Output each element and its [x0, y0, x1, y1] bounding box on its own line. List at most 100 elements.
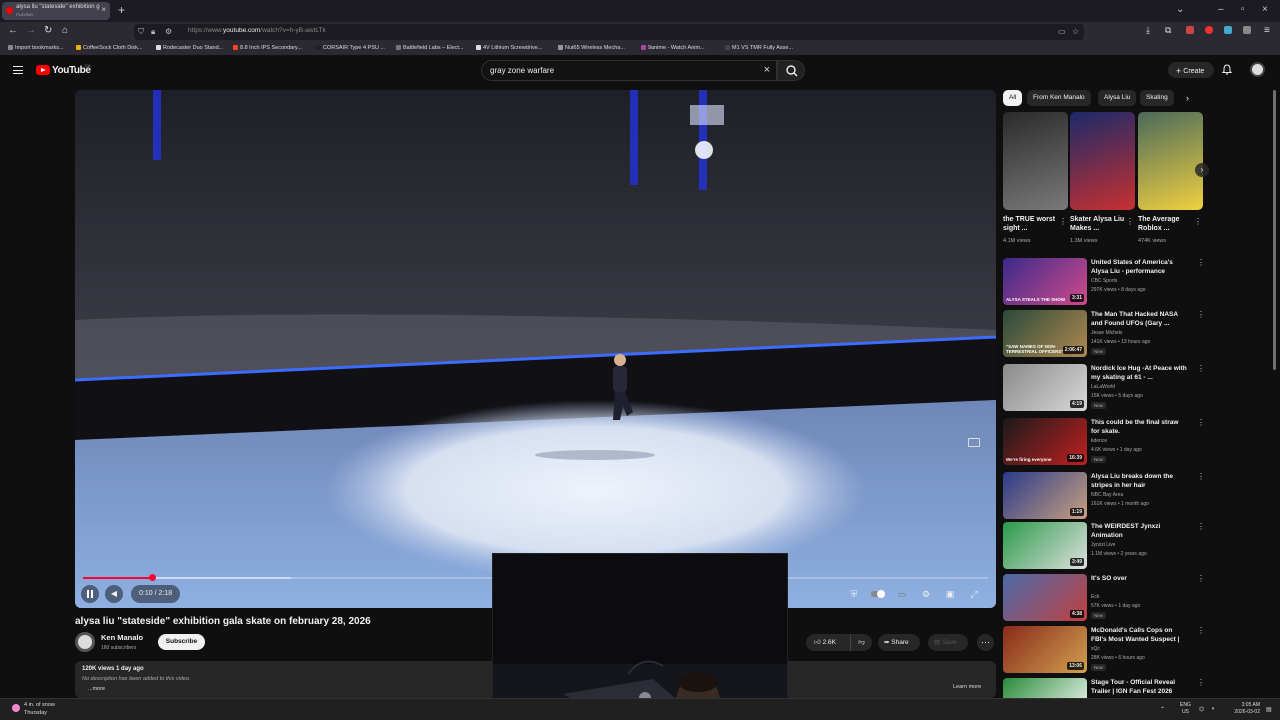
- video-player[interactable]: ◀︎ 0:10 / 2:18 ⛨ ▭ ⚙︎ ▣ ⤢: [75, 90, 996, 608]
- short-more-icon[interactable]: ⋮: [1126, 217, 1134, 226]
- tray-overflow-icon[interactable]: ⌃: [1160, 706, 1165, 713]
- recommended-thumbnail[interactable]: STAGE: [1003, 678, 1087, 698]
- maximize-icon[interactable]: ▫: [1241, 4, 1245, 15]
- recommended-title[interactable]: Alysa Liu breaks down the stripes in her…: [1091, 472, 1187, 490]
- shield-badge-icon[interactable]: ⛨: [845, 585, 863, 603]
- more-actions-icon[interactable]: ⋯: [977, 634, 994, 651]
- recommended-video[interactable]: 13:06 McDonald's Calls Cops on FBI's Most…: [1003, 626, 1205, 676]
- recommended-video[interactable]: STAGEStage Tour - Official Reveal Traile…: [1003, 678, 1203, 698]
- speaker-icon[interactable]: ◖: [1211, 706, 1215, 712]
- home-icon[interactable]: ⌂: [62, 25, 68, 36]
- recommended-title[interactable]: This could be the final straw for skate.: [1091, 418, 1187, 436]
- chip-from-ken-manalo[interactable]: From Ken Manalo: [1027, 90, 1091, 106]
- bookmark-item[interactable]: CoffeeSock Cloth Disk...: [76, 45, 143, 51]
- extension-icon[interactable]: [1186, 26, 1194, 34]
- recommended-video[interactable]: 1:19 Alysa Liu breaks down the stripes in…: [1003, 472, 1205, 522]
- recommended-title[interactable]: The WEIRDEST Jynxzi Animation: [1091, 522, 1187, 540]
- bookmark-item[interactable]: Battlefield Labs – Elect...: [396, 45, 464, 51]
- bookmark-item[interactable]: 4V Lithium Screwdrive...: [476, 45, 542, 51]
- recommended-title[interactable]: Stage Tour - Official Reveal Trailer | I…: [1091, 678, 1187, 696]
- minimize-icon[interactable]: –: [1218, 4, 1224, 15]
- short-more-icon[interactable]: ⋮: [1059, 217, 1067, 226]
- notifications-bell-icon[interactable]: [1222, 64, 1232, 75]
- search-input[interactable]: gray zone warfare: [490, 66, 554, 75]
- forward-icon[interactable]: →: [26, 25, 36, 36]
- learn-more-link[interactable]: Learn more: [953, 684, 981, 690]
- recommended-more-icon[interactable]: ⋮: [1197, 574, 1205, 583]
- new-tab-icon[interactable]: +: [118, 3, 125, 17]
- bookmark-item[interactable]: 8.8 Inch IPS Secondary...: [233, 45, 302, 51]
- short-title[interactable]: the TRUE worst sight ...: [1003, 215, 1058, 233]
- recommended-more-icon[interactable]: ⋮: [1197, 310, 1205, 319]
- network-icon[interactable]: ⌬: [1199, 706, 1204, 713]
- tab-list-icon[interactable]: ⌄: [1176, 4, 1184, 15]
- search-box[interactable]: gray zone warfare ×: [481, 60, 777, 81]
- recommended-video[interactable]: "SAW NAMES OF NON-TERRESTRIAL OFFICERS" 2…: [1003, 310, 1205, 360]
- extension-blue-icon[interactable]: [1224, 26, 1232, 34]
- search-button[interactable]: [777, 60, 805, 81]
- recommended-thumbnail[interactable]: 13:06: [1003, 626, 1087, 673]
- bookmark-item[interactable]: Nut65 Wireless Mecha...: [558, 45, 625, 51]
- clock[interactable]: 3:05 AM 2026-03-02: [1226, 702, 1260, 716]
- recommended-more-icon[interactable]: ⋮: [1197, 626, 1205, 635]
- save-button[interactable]: ▤ Save: [928, 634, 968, 651]
- recommended-more-icon[interactable]: ⋮: [1197, 418, 1205, 427]
- recommended-thumbnail[interactable]: 1:19: [1003, 472, 1087, 519]
- bookmark-item[interactable]: M1 VS TMR Fully Asse...: [725, 45, 793, 51]
- recommended-title[interactable]: Nordick Ice Hug -At Peace with my skatin…: [1091, 364, 1187, 382]
- pip-icon[interactable]: ▭: [1058, 27, 1066, 36]
- recommended-thumbnail[interactable]: We're firing everyone 16:39: [1003, 418, 1087, 465]
- recommended-channel[interactable]: NBC Bay Area: [1091, 492, 1123, 498]
- recommended-thumbnail[interactable]: 4:38: [1003, 574, 1087, 621]
- share-button[interactable]: ➦ Share: [878, 634, 920, 651]
- recommended-channel[interactable]: kdence: [1091, 438, 1107, 444]
- subscribe-button[interactable]: Subscribe: [158, 634, 205, 650]
- notifications-icon[interactable]: ▤: [1266, 706, 1272, 713]
- recommended-title[interactable]: McDonald's Calls Cops on FBI's Most Want…: [1091, 626, 1187, 645]
- recommended-thumbnail[interactable]: 3:49: [1003, 522, 1087, 569]
- settings-gear-icon[interactable]: ⚙︎: [917, 585, 935, 603]
- recommended-title[interactable]: It's SO over: [1091, 574, 1187, 583]
- clear-search-icon[interactable]: ×: [764, 64, 770, 76]
- description-more-link[interactable]: ...more: [88, 686, 105, 692]
- back-icon[interactable]: ←: [8, 25, 18, 36]
- recommended-channel[interactable]: CBC Sports: [1091, 278, 1117, 284]
- close-tab-icon[interactable]: ×: [101, 6, 106, 14]
- url-bar[interactable]: ⛉ 🔒︎ ⚙︎ https://www.youtube.com/watch?v=…: [134, 24, 1084, 40]
- recommended-thumbnail[interactable]: 4:19: [1003, 364, 1087, 411]
- short-title[interactable]: Skater Alysa Liu Makes ...: [1070, 215, 1125, 233]
- extension-gray-icon[interactable]: [1243, 26, 1251, 34]
- app-menu-icon[interactable]: ≡: [1264, 25, 1270, 36]
- channel-avatar[interactable]: [75, 632, 95, 652]
- pause-button[interactable]: [81, 585, 99, 603]
- permissions-icon[interactable]: ⚙︎: [165, 27, 172, 36]
- like-button[interactable]: 👍︎ 2.6K: [806, 634, 846, 651]
- dislike-button[interactable]: 👎︎: [850, 634, 872, 651]
- chip-skating[interactable]: Skating: [1140, 90, 1174, 106]
- recommended-channel[interactable]: Jynxzi Live: [1091, 542, 1115, 548]
- short-more-icon[interactable]: ⋮: [1194, 217, 1202, 226]
- bookmark-item[interactable]: 9anime - Watch Anim...: [641, 45, 705, 51]
- weather-icon[interactable]: [12, 704, 20, 712]
- shield-icon[interactable]: ⛉: [138, 27, 144, 37]
- bookmark-star-icon[interactable]: ☆: [1072, 27, 1079, 36]
- volume-icon[interactable]: ◀︎: [105, 585, 123, 603]
- youtube-logo-icon[interactable]: [36, 65, 50, 75]
- recommended-video[interactable]: 3:49 The WEIRDEST Jynxzi Animation Jynxzi …: [1003, 522, 1205, 572]
- page-scrollbar[interactable]: [1273, 90, 1276, 370]
- hamburger-menu-icon[interactable]: [13, 66, 23, 74]
- bookmark-item[interactable]: Import bookmarks...: [8, 45, 64, 51]
- recommended-more-icon[interactable]: ⋮: [1197, 522, 1205, 531]
- lock-icon[interactable]: 🔒︎: [151, 27, 155, 37]
- bookmark-item[interactable]: Rodecaster Duo Stand...: [156, 45, 223, 51]
- chip-alysa-liu[interactable]: Alysa Liu: [1098, 90, 1137, 106]
- extension-record-icon[interactable]: [1205, 26, 1213, 34]
- chip-all[interactable]: All: [1003, 90, 1023, 106]
- recommended-video[interactable]: 4:19 Nordick Ice Hug -At Peace with my sk…: [1003, 364, 1205, 414]
- recommended-channel[interactable]: Jesse Michels: [1091, 330, 1122, 336]
- progress-scrubber-handle[interactable]: [148, 574, 156, 581]
- recommended-channel[interactable]: Eck: [1091, 594, 1099, 600]
- autoplay-toggle[interactable]: [869, 585, 887, 603]
- theater-mode-icon[interactable]: ▣: [941, 585, 959, 603]
- close-window-icon[interactable]: ×: [1262, 4, 1268, 15]
